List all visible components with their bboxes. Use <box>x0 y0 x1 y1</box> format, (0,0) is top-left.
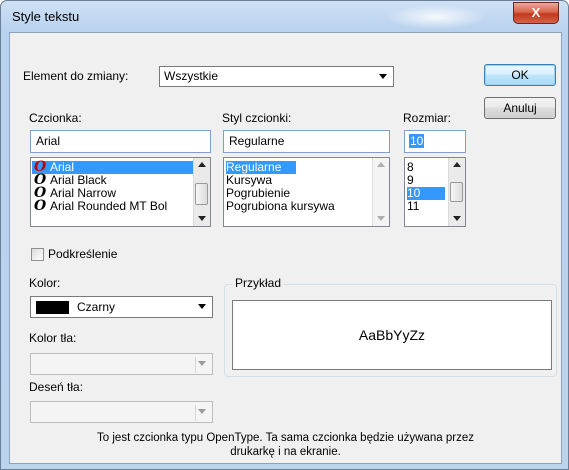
close-icon: X <box>531 5 541 20</box>
scroll-down-icon <box>453 216 461 221</box>
underline-checkbox[interactable] <box>31 248 44 261</box>
background-pattern-select[interactable] <box>30 401 213 423</box>
dialog-window: Style tekstu X Element do zmiany: Wszyst… <box>0 0 569 470</box>
close-button[interactable]: X <box>513 2 559 24</box>
title-bar[interactable]: Style tekstu X <box>1 1 568 32</box>
font-label: Czcionka: <box>29 111 82 125</box>
font-list-item[interactable]: O Arial Rounded MT Bol <box>32 198 194 214</box>
font-list-scrollbar[interactable] <box>193 158 210 226</box>
color-select-value: Czarny <box>77 300 116 314</box>
scroll-up-icon <box>453 162 461 167</box>
combo-separator <box>195 357 196 373</box>
window-title: Style tekstu <box>12 9 80 24</box>
font-info-line1: To jest czcionka typu OpenType. Ta sama … <box>97 432 474 444</box>
color-label: Kolor: <box>29 276 61 290</box>
opentype-icon: O <box>34 198 47 214</box>
element-label: Element do zmiany: <box>23 69 129 83</box>
background-color-select[interactable] <box>30 353 213 375</box>
sample-text: AaBbYyZz <box>358 327 426 343</box>
style-list-item[interactable]: Pogrubiona kursywa <box>226 200 335 213</box>
font-info: To jest czcionka typu OpenType. Ta sama … <box>10 431 561 459</box>
element-select[interactable]: Wszystkie <box>159 66 394 87</box>
size-label: Rozmiar: <box>403 111 452 125</box>
size-list[interactable]: 8 9 10 11 <box>404 157 466 227</box>
style-input-value: Regularne <box>229 134 285 148</box>
size-input[interactable]: 10 <box>404 130 466 153</box>
combo-separator <box>195 405 196 421</box>
sample-label: Przykład <box>232 276 285 290</box>
font-input-value: Arial <box>36 134 61 148</box>
style-list[interactable]: Regularne Kursywa Pogrubienie Pogrubiona… <box>223 157 390 227</box>
background-color-label: Kolor tła: <box>29 331 77 345</box>
font-input[interactable]: Arial <box>30 130 211 153</box>
background-pattern-label: Deseń tła: <box>29 380 84 394</box>
size-list-scrollbar[interactable] <box>448 158 465 226</box>
style-list-scrollbar <box>372 158 389 226</box>
cancel-button[interactable]: Anuluj <box>484 97 556 119</box>
chevron-down-icon <box>198 409 206 414</box>
color-select[interactable]: Czarny <box>30 296 213 318</box>
scroll-up-icon <box>198 162 206 167</box>
scroll-thumb[interactable] <box>450 182 463 202</box>
color-swatch <box>36 301 69 314</box>
font-info-line2: drukarkę i na ekranie. <box>230 446 341 458</box>
ok-button[interactable]: OK <box>484 64 556 86</box>
scroll-down-icon <box>198 216 206 221</box>
scroll-down-icon <box>377 216 385 221</box>
sample-preview: AaBbYyZz <box>232 300 552 370</box>
style-label: Styl czcionki: <box>222 111 292 125</box>
size-input-value: 10 <box>409 134 425 148</box>
chevron-down-icon <box>379 74 387 79</box>
title-bar-glow <box>386 5 486 29</box>
scroll-thumb[interactable] <box>195 183 208 205</box>
dialog-body: Element do zmiany: Wszystkie OK Anuluj C… <box>9 32 562 464</box>
scroll-up-icon <box>377 162 385 167</box>
chevron-down-icon <box>198 304 206 309</box>
chevron-down-icon <box>198 361 206 366</box>
font-list[interactable]: O Arial O Arial Black O Arial Narrow O A… <box>30 157 211 227</box>
underline-label: Podkreślenie <box>48 247 118 261</box>
style-input[interactable]: Regularne <box>223 130 390 153</box>
size-list-item[interactable]: 11 <box>407 200 419 213</box>
element-select-value: Wszystkie <box>164 69 218 83</box>
